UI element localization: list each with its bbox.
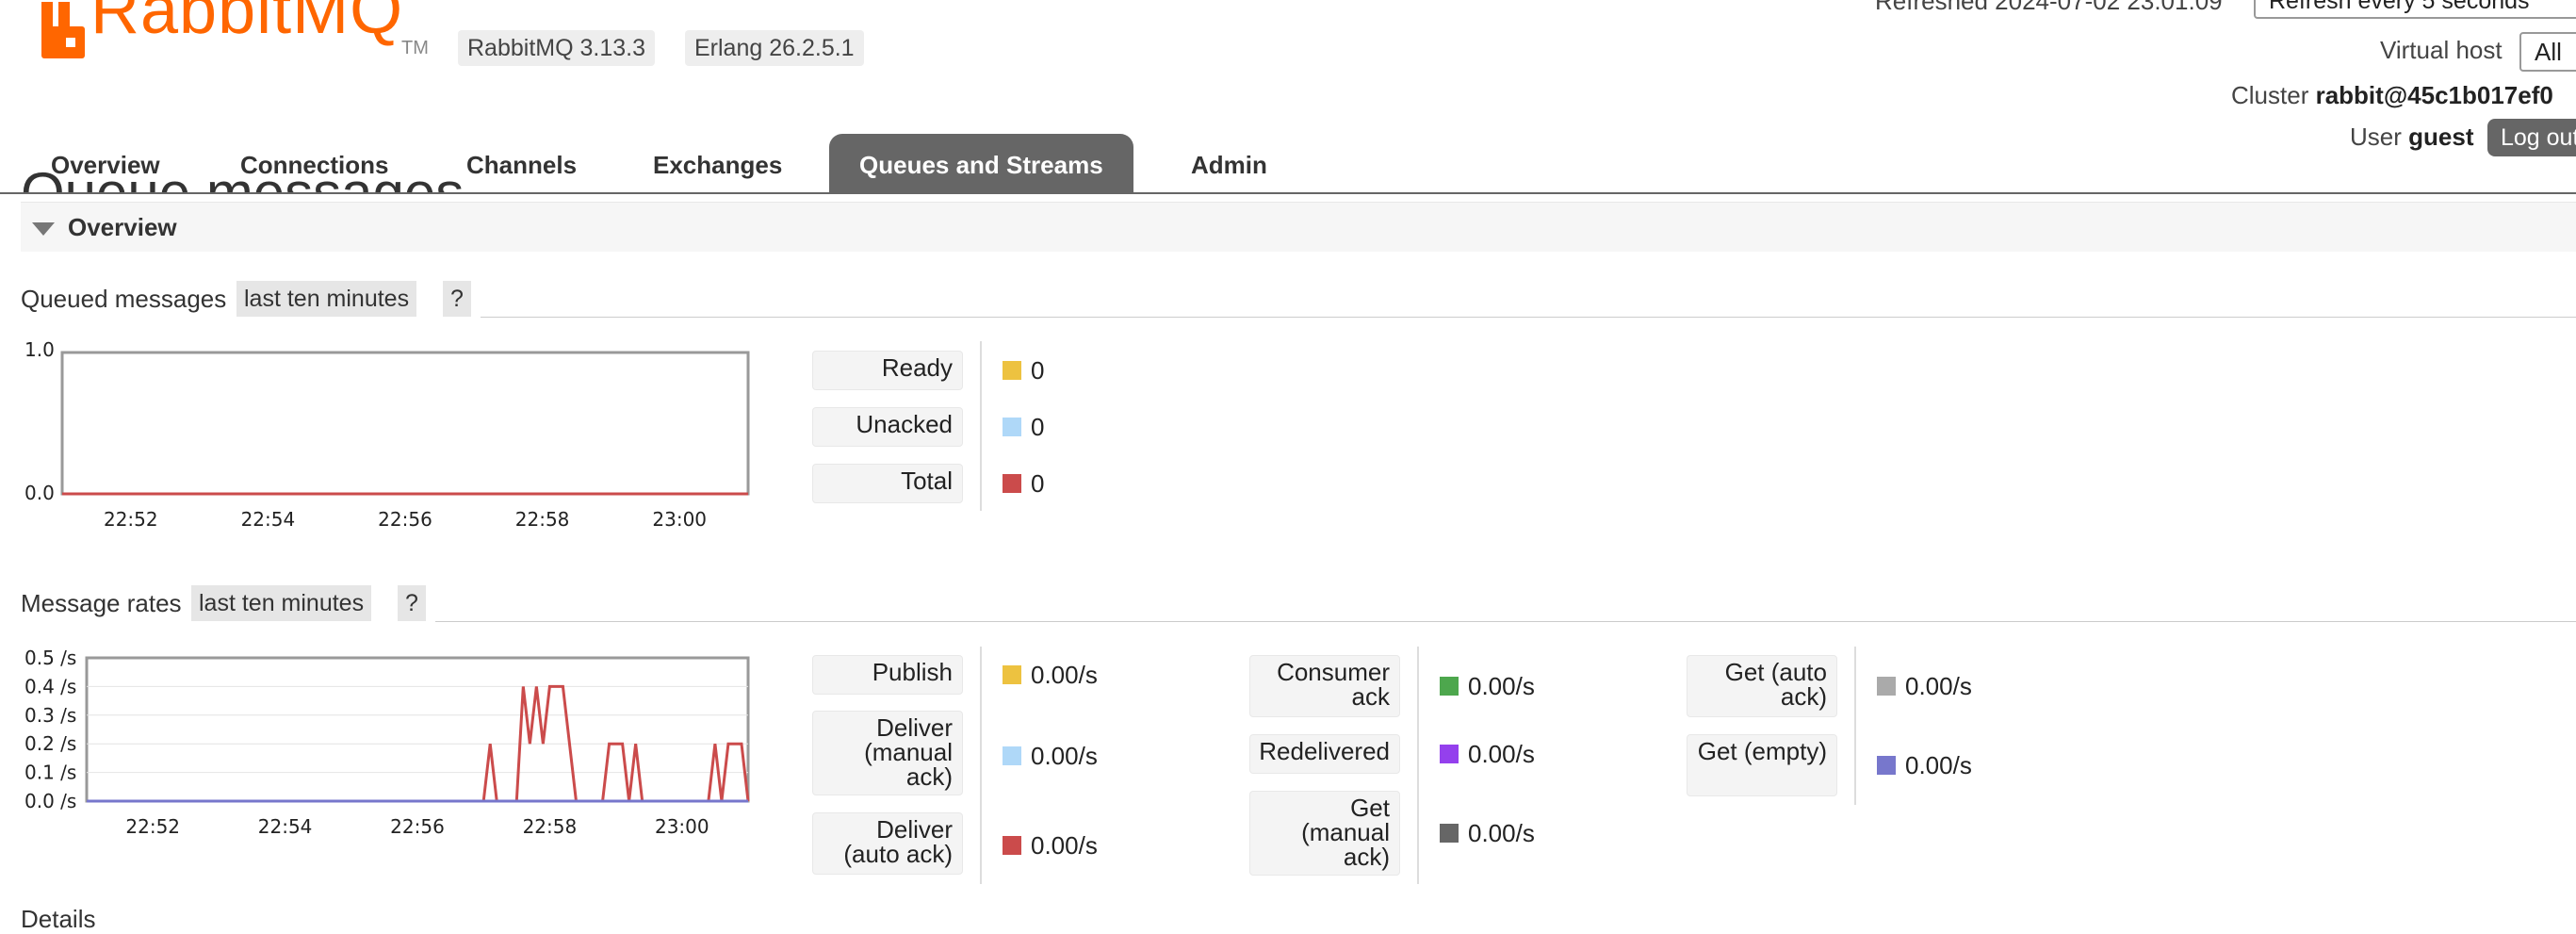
refresh-interval-select[interactable]: Refresh every 5 seconds — [2254, 0, 2576, 19]
x-tick-label: 22:52 — [104, 508, 158, 531]
virtual-host-label: Virtual host — [2380, 36, 2503, 64]
legend-swatch-get-auto-ack — [1877, 677, 1896, 696]
rabbitmq-version-badge: RabbitMQ 3.13.3 — [458, 30, 655, 66]
overview-section-header[interactable] — [21, 202, 2576, 252]
tab-overview[interactable]: Overview — [21, 134, 190, 192]
queued-messages-chart: 1.0 0.0 22:52 22:54 22:56 22:58 23:00 — [0, 339, 763, 537]
stat-label-publish: Publish — [812, 655, 963, 695]
message-rates-chart: 0.5 /s 0.4 /s 0.3 /s 0.2 /s 0.1 /s 0.0 /s 22:… — [0, 645, 763, 843]
stat-value-ready: 0 — [1031, 356, 1045, 385]
brand-name: RabbitMQ — [90, 0, 404, 48]
details-section-label: Details — [21, 905, 96, 933]
rabbitmq-logo-icon — [41, 2, 85, 58]
tab-channels[interactable]: Channels — [436, 134, 607, 192]
queued-messages-label: Queued messages — [21, 285, 227, 313]
legend-swatch-ready — [1003, 361, 1021, 380]
stat-value-deliver-auto-ack: 0.00/s — [1031, 831, 1098, 860]
user-label: User — [2350, 123, 2402, 151]
stat-value-get-auto-ack: 0.00/s — [1905, 672, 1972, 700]
collapse-triangle-icon[interactable] — [32, 222, 55, 236]
tab-queues-and-streams[interactable]: Queues and Streams — [829, 134, 1133, 192]
stat-label-get-manual-ack: Get (manual ack) — [1249, 791, 1400, 876]
stat-label-deliver-manual-ack: Deliver (manual ack) — [812, 711, 963, 795]
legend-swatch-deliver-auto-ack — [1003, 836, 1021, 855]
stats-separator — [980, 647, 982, 884]
legend-swatch-consumer-ack — [1440, 677, 1459, 696]
virtual-host-value: All — [2535, 38, 2562, 66]
y-tick-label: 0.5 /s — [24, 647, 76, 669]
plot-area — [85, 656, 750, 803]
stat-value-unacked: 0 — [1031, 413, 1045, 441]
stat-label-get-auto-ack: Get (auto ack) — [1687, 655, 1837, 717]
stat-value-deliver-manual-ack: 0.00/s — [1031, 742, 1098, 770]
queued-messages-svg: 1.0 0.0 22:52 22:54 22:56 22:58 23:00 — [24, 339, 750, 531]
x-tick-label: 22:54 — [241, 508, 296, 531]
user-name: guest — [2408, 123, 2474, 151]
x-tick-label: 22:54 — [258, 815, 313, 838]
tab-admin[interactable]: Admin — [1161, 134, 1297, 192]
x-tick-label: 22:58 — [515, 508, 570, 531]
queued-header-rule — [481, 317, 2576, 318]
cluster-info: Cluster rabbit@45c1b017ef0 — [2231, 81, 2553, 110]
message-rates-label: Message rates — [21, 589, 182, 617]
stat-value-get-manual-ack: 0.00/s — [1468, 819, 1535, 847]
stats-separator — [1854, 647, 1856, 805]
tab-connections[interactable]: Connections — [210, 134, 418, 192]
user-info: User guest — [2350, 123, 2473, 152]
cluster-name: rabbit@45c1b017ef0 — [2315, 81, 2553, 109]
erlang-version-badge: Erlang 26.2.5.1 — [685, 30, 864, 66]
x-tick-label: 22:56 — [390, 815, 445, 838]
y-tick-label: 0.3 /s — [24, 704, 76, 727]
x-tick-label: 22:52 — [125, 815, 180, 838]
stat-label-consumer-ack: Consumer ack — [1249, 655, 1400, 717]
legend-swatch-unacked — [1003, 418, 1021, 436]
legend-swatch-deliver-manual-ack — [1003, 746, 1021, 765]
rates-header-rule — [435, 621, 2576, 622]
stat-value-get-empty: 0.00/s — [1905, 751, 1972, 779]
trademark-mark: TM — [401, 38, 429, 58]
stat-label-redelivered: Redelivered — [1249, 734, 1400, 774]
x-tick-label: 22:58 — [523, 815, 578, 838]
y-tick-label: 0.4 /s — [24, 675, 76, 697]
stat-value-consumer-ack: 0.00/s — [1468, 672, 1535, 700]
y-tick-label: 0.2 /s — [24, 732, 76, 755]
legend-swatch-redelivered — [1440, 745, 1459, 763]
logout-button[interactable]: Log out — [2487, 119, 2576, 156]
tabs-divider — [0, 192, 2576, 194]
rates-range-badge[interactable]: last ten minutes — [191, 585, 372, 621]
legend-swatch-total — [1003, 474, 1021, 493]
tab-exchanges[interactable]: Exchanges — [623, 134, 812, 192]
stats-separator — [1417, 647, 1419, 884]
stat-label-deliver-auto-ack: Deliver (auto ack) — [812, 812, 963, 875]
y-tick-label: 1.0 — [24, 339, 55, 361]
message-rates-svg: 0.5 /s 0.4 /s 0.3 /s 0.2 /s 0.1 /s 0.0 /s 22:… — [24, 647, 750, 838]
stat-value-total: 0 — [1031, 469, 1045, 498]
cluster-label: Cluster — [2231, 81, 2309, 109]
overview-section-title: Overview — [68, 213, 177, 241]
legend-swatch-get-empty — [1877, 756, 1896, 775]
x-tick-label: 23:00 — [652, 508, 707, 531]
stat-label-get-empty: Get (empty) — [1687, 734, 1837, 796]
stat-label-ready: Ready — [812, 351, 963, 390]
rates-help-button[interactable]: ? — [398, 585, 426, 621]
stat-value-publish: 0.00/s — [1031, 661, 1098, 689]
stat-label-unacked: Unacked — [812, 407, 963, 447]
plot-area — [60, 351, 750, 496]
x-tick-label: 23:00 — [655, 815, 709, 838]
legend-swatch-publish — [1003, 665, 1021, 684]
stat-label-total: Total — [812, 464, 963, 503]
refreshed-timestamp: Refreshed 2024-07-02 23:01:09 — [1875, 0, 2223, 15]
legend-swatch-get-manual-ack — [1440, 824, 1459, 843]
queued-help-button[interactable]: ? — [443, 281, 471, 317]
y-tick-label: 0.1 /s — [24, 762, 76, 784]
x-tick-label: 22:56 — [378, 508, 432, 531]
virtual-host-select[interactable]: All — [2519, 32, 2576, 72]
y-tick-label: 0.0 /s — [24, 790, 76, 812]
stats-separator — [980, 341, 982, 511]
stat-value-redelivered: 0.00/s — [1468, 740, 1535, 768]
y-tick-label: 0.0 — [24, 482, 55, 504]
queued-range-badge[interactable]: last ten minutes — [236, 281, 417, 317]
